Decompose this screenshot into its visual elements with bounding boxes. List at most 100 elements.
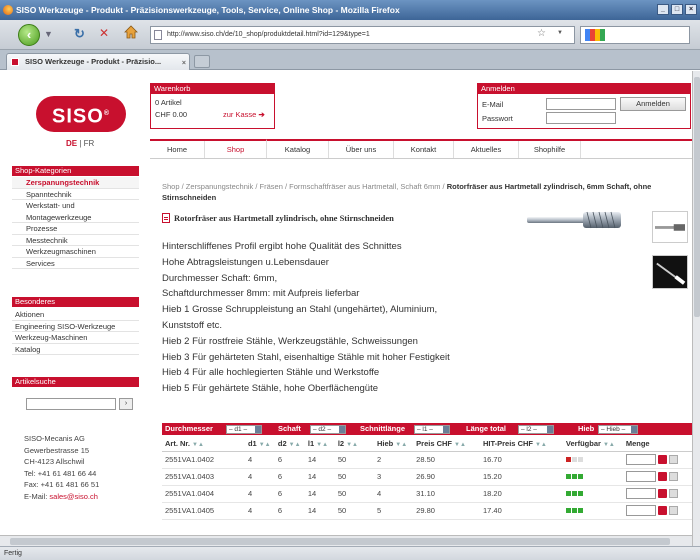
email-link[interactable]: sales@siso.ch	[49, 492, 97, 501]
add-to-cart-icon[interactable]	[657, 472, 667, 481]
product-variant-table: Art. Nr. ▼▲ d1 ▼▲ d2 ▼▲ l1 ▼▲ l2 ▼▲ Hieb ▼▲ Preis CH…	[162, 437, 692, 520]
sidebar-item-messtechnik[interactable]: Messtechnik	[12, 235, 139, 246]
column-header[interactable]: Preis CHF ▼▲	[413, 437, 480, 452]
siso-logo[interactable]: SISO®	[36, 96, 126, 132]
horizontal-scroll-thumb[interactable]	[10, 538, 670, 545]
nav-shop[interactable]: Shop	[205, 139, 267, 158]
column-header-label: Preis CHF	[416, 439, 453, 449]
nav-kontakt[interactable]: Kontakt	[394, 141, 454, 158]
article-search-button[interactable]: ›	[119, 398, 133, 410]
product-image[interactable]	[525, 201, 625, 239]
sort-icon[interactable]: ▼▲	[346, 442, 358, 448]
horizontal-scrollbar[interactable]	[0, 535, 692, 546]
sort-icon[interactable]: ▼▲	[289, 442, 301, 448]
column-header[interactable]: Verfügbar ▼▲	[562, 437, 623, 452]
watchlist-icon[interactable]	[668, 489, 678, 498]
nav-home[interactable]: Home	[150, 141, 205, 158]
sort-icon[interactable]: ▼▲	[603, 442, 615, 448]
pdf-icon[interactable]	[162, 213, 170, 223]
cell-availability	[562, 502, 623, 520]
column-header-label: HIT-Preis CHF	[482, 439, 533, 449]
sidebar-item-werkstatt[interactable]: Werkstatt- und	[12, 200, 139, 212]
quantity-input[interactable]	[625, 505, 656, 516]
filter-select-l2[interactable]: – l2 –	[518, 424, 554, 434]
sort-icon[interactable]: ▼▲	[395, 442, 407, 448]
sidebar-item-werkzeugmaschinen[interactable]: Werkzeugmaschinen	[12, 246, 139, 258]
reload-button[interactable]: ↻	[74, 26, 85, 42]
sort-icon[interactable]: ▼▲	[192, 442, 204, 448]
sidebar-item-zerspanungstechnik[interactable]: Zerspanungstechnik	[12, 177, 139, 189]
login-button[interactable]: Anmelden	[620, 97, 686, 111]
watchlist-icon[interactable]	[668, 506, 678, 515]
password-field[interactable]	[546, 112, 616, 124]
column-header[interactable]: l1 ▼▲	[304, 437, 335, 452]
nav-aktuelles[interactable]: Aktuelles	[454, 141, 519, 158]
tab-siso-product[interactable]: SISO Werkzeuge - Produkt - Präzisio... ×	[6, 53, 190, 70]
back-button[interactable]: ‹	[18, 24, 40, 46]
column-header[interactable]: d2 ▼▲	[274, 437, 305, 452]
maximize-button[interactable]: □	[671, 4, 683, 15]
sidebar-item-montagewerkzeuge[interactable]: Montagewerkzeuge	[12, 212, 139, 223]
nav-ueber-uns[interactable]: Über uns	[329, 141, 394, 158]
email-field[interactable]	[546, 98, 616, 110]
watchlist-icon[interactable]	[668, 472, 678, 481]
column-header[interactable]: Art. Nr. ▼▲	[162, 437, 245, 452]
quantity-input[interactable]	[625, 488, 656, 499]
home-button[interactable]	[124, 25, 138, 39]
product-thumbnail-2[interactable]	[652, 255, 688, 289]
bookmark-star-icon[interactable]: ☆	[537, 28, 546, 39]
new-tab-button[interactable]	[194, 55, 210, 68]
filter-select-d2[interactable]: – d2 –	[310, 424, 346, 434]
checkout-label: zur Kasse	[223, 110, 257, 119]
url-dropdown-icon[interactable]: ▼	[557, 30, 563, 36]
filter-select-d1[interactable]: – d1 –	[226, 424, 262, 434]
sidebar-item-werkzeug-maschinen[interactable]: Werkzeug-Maschinen	[12, 332, 139, 344]
quantity-input[interactable]	[625, 454, 656, 465]
nav-katalog[interactable]: Katalog	[267, 141, 329, 158]
sidebar-item-katalog[interactable]: Katalog	[12, 344, 139, 355]
sidebar-item-spanntechnik[interactable]: Spanntechnik	[12, 189, 139, 200]
checkout-link[interactable]: zur Kasse ➔	[223, 110, 265, 119]
filter-select-hieb[interactable]: – Hieb –	[598, 424, 638, 434]
add-to-cart-icon[interactable]	[657, 455, 667, 464]
article-search-input[interactable]	[26, 398, 116, 410]
tab-close-icon[interactable]: ×	[182, 56, 186, 70]
availability-indicator	[565, 491, 571, 496]
lang-fr-link[interactable]: FR	[84, 139, 95, 148]
column-header[interactable]: Hieb ▼▲	[373, 437, 414, 452]
sort-icon[interactable]: ▼▲	[316, 442, 328, 448]
history-dropdown-icon[interactable]: ▼	[44, 29, 53, 39]
sidebar-item-services[interactable]: Services	[12, 258, 139, 269]
url-bar[interactable]: http://www.siso.ch/de/10_shop/produktdet…	[150, 26, 575, 44]
add-to-cart-icon[interactable]	[657, 506, 667, 515]
close-button[interactable]: ×	[685, 4, 697, 15]
cell-availability	[562, 485, 623, 503]
quantity-input[interactable]	[625, 471, 656, 482]
description-line: Hieb 5 Für gehärtete Stähle, hohe Oberfl…	[162, 383, 379, 395]
nav-shophilfe[interactable]: Shophilfe	[519, 141, 581, 158]
cart-box: Warenkorb 0 Artikel CHF 0.00 zur Kasse ➔	[150, 83, 275, 129]
search-engine-icon[interactable]	[585, 29, 605, 41]
vertical-scrollbar[interactable]	[692, 71, 700, 546]
lang-de-link[interactable]: DE	[66, 139, 77, 148]
column-header[interactable]: HIT-Preis CHF ▼▲	[479, 437, 563, 452]
breadcrumb-path[interactable]: Shop / Zerspanungstechnik / Fräsen / For…	[162, 182, 447, 191]
column-header[interactable]: l2 ▼▲	[334, 437, 374, 452]
sort-icon[interactable]: ▼▲	[535, 442, 547, 448]
sidebar-item-prozesse[interactable]: Prozesse	[12, 223, 139, 235]
cell-d1: 4	[244, 451, 275, 469]
add-to-cart-icon[interactable]	[657, 489, 667, 498]
filter-select-l1[interactable]: – l1 –	[414, 424, 450, 434]
vertical-scroll-thumb[interactable]	[694, 77, 700, 317]
watchlist-icon[interactable]	[668, 455, 678, 464]
sort-icon[interactable]: ▼▲	[454, 442, 466, 448]
cell-hit: 18.20	[479, 485, 563, 503]
sidebar-item-aktionen[interactable]: Aktionen	[12, 309, 139, 321]
stop-button[interactable]: ✕	[99, 26, 109, 40]
sidebar-item-engineering[interactable]: Engineering SISO-Werkzeuge	[12, 321, 139, 332]
sort-icon[interactable]: ▼▲	[259, 442, 271, 448]
minimize-button[interactable]: _	[657, 4, 669, 15]
filter-label-schnittlaenge: Schnittlänge	[360, 424, 406, 433]
column-header[interactable]: d1 ▼▲	[244, 437, 275, 452]
product-thumbnail-1[interactable]	[652, 211, 688, 243]
